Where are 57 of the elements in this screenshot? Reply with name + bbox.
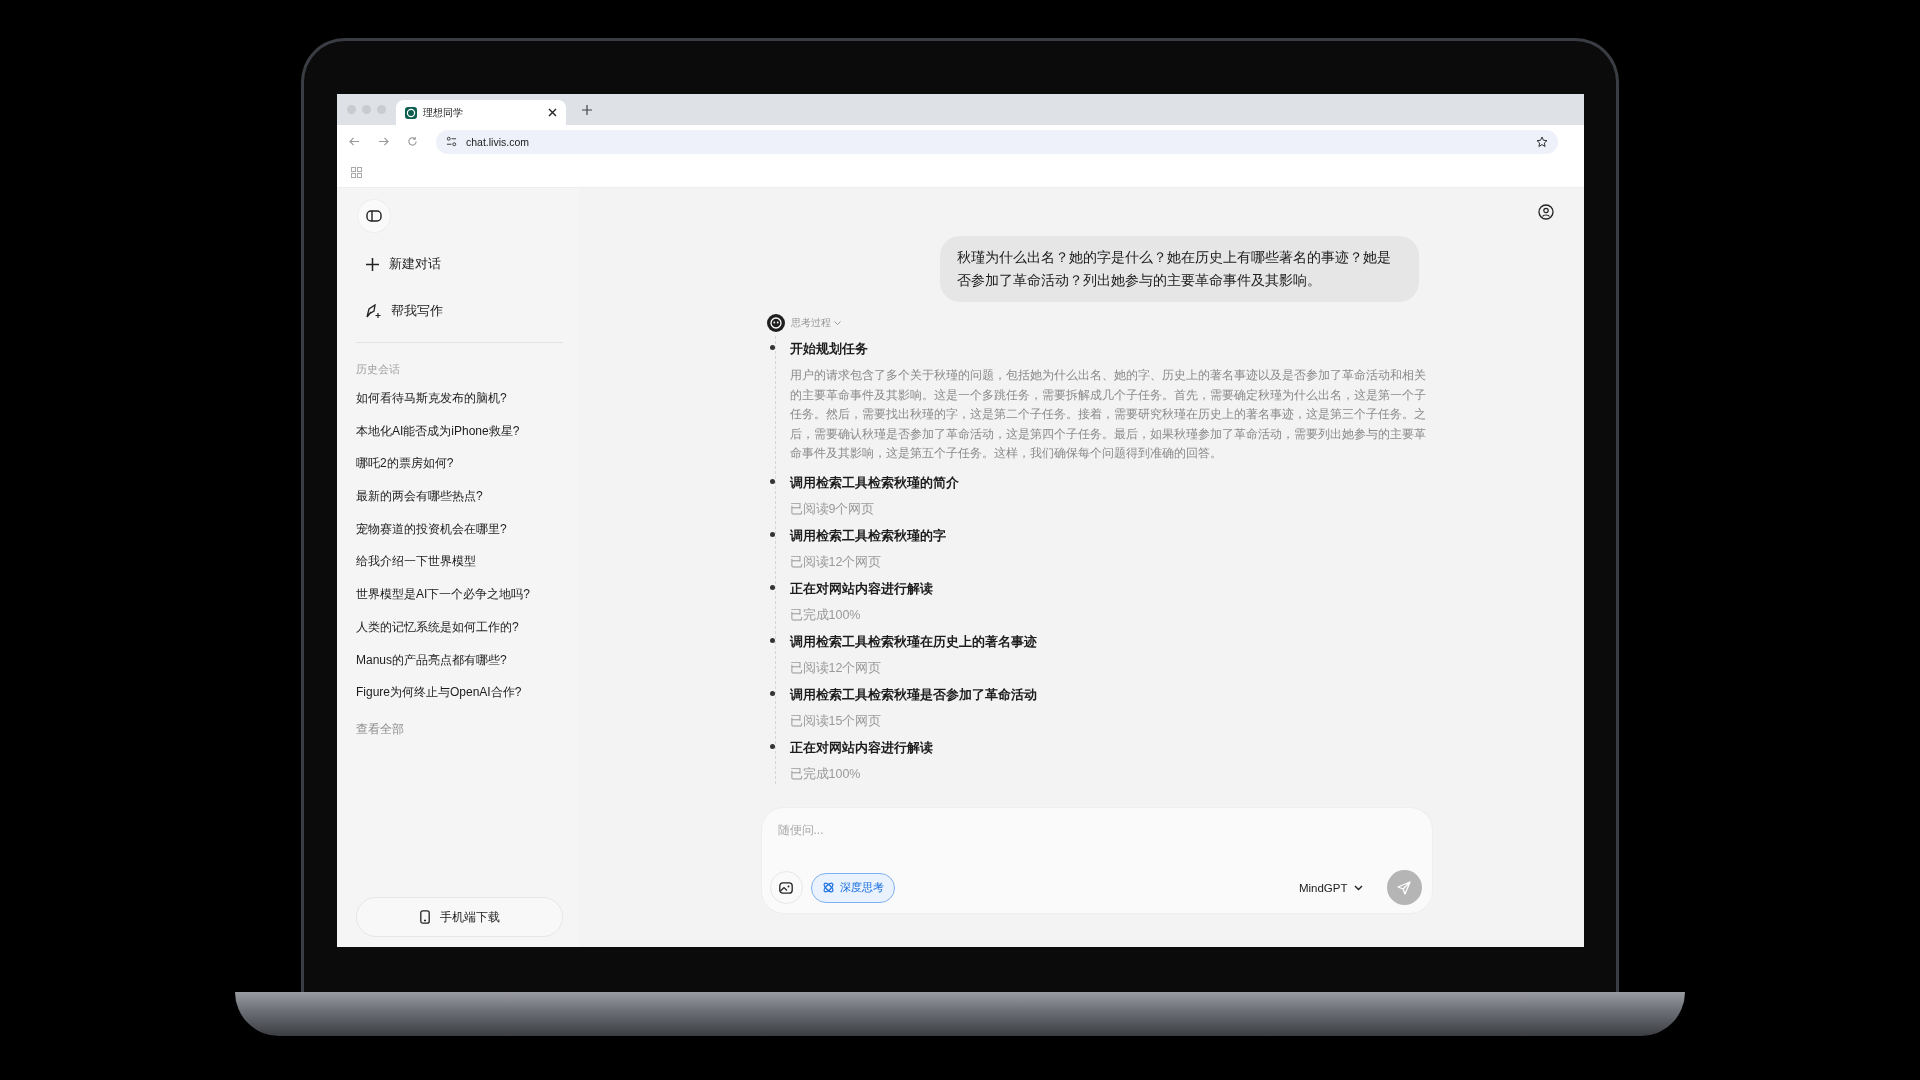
address-bar[interactable]: chat.livis.com bbox=[436, 129, 1558, 154]
atom-icon bbox=[821, 881, 835, 894]
step-title: 正在对网站内容进行解读 bbox=[789, 580, 934, 598]
history-item[interactable]: 哪吒2的票房如何? bbox=[356, 453, 563, 487]
back-icon[interactable] bbox=[349, 136, 360, 147]
history-item[interactable]: Figure为何终止与OpenAI合作? bbox=[356, 682, 563, 715]
plus-icon[interactable] bbox=[582, 104, 592, 115]
step-title: 调用检索工具检索秋瑾是否参加了革命活动 bbox=[789, 686, 1038, 704]
step-title: 调用检索工具检索秋瑾在历史上的著名事迹 bbox=[789, 633, 1038, 651]
step-title: 开始规划任务 bbox=[789, 341, 869, 358]
url-text: chat.livis.com bbox=[466, 135, 530, 148]
deep-think-toggle[interactable]: 深度思考 bbox=[810, 872, 895, 903]
history-item[interactable]: 如何看待马斯克发布的脑机? bbox=[356, 388, 563, 421]
history-item[interactable]: 宠物赛道的投资机会在哪里? bbox=[356, 518, 563, 552]
chat-input[interactable]: 随便问... bbox=[775, 818, 1422, 842]
step-status: 已阅读9个网页 bbox=[789, 500, 875, 518]
site-settings-icon[interactable] bbox=[446, 136, 457, 147]
user-message: 秋瑾为什么出名？她的字是什么？她在历史上有哪些著名的事迹？她是否参加了革命活动？列出她参与的主要革命事件及其影响。 bbox=[939, 236, 1419, 302]
step-status: 已完成100% bbox=[789, 765, 861, 783]
history-item[interactable]: 世界模型是AI下一个必争之地吗? bbox=[356, 584, 563, 617]
image-icon bbox=[779, 881, 793, 894]
step-title: 调用检索工具检索秋瑾的简介 bbox=[789, 474, 960, 492]
step-status: 已完成100% bbox=[789, 606, 861, 624]
close-icon[interactable] bbox=[548, 108, 557, 117]
step-title: 调用检索工具检索秋瑾的字 bbox=[789, 527, 947, 545]
star-icon[interactable] bbox=[1536, 135, 1548, 148]
write-help-item[interactable]: 帮我写作 bbox=[366, 301, 563, 321]
model-selector[interactable]: MindGPT bbox=[1292, 880, 1369, 895]
reload-icon[interactable] bbox=[407, 136, 418, 147]
assistant-avatar-icon bbox=[766, 314, 785, 332]
image-upload-button[interactable] bbox=[769, 871, 803, 904]
pen-icon bbox=[366, 304, 381, 318]
section-label: 历史会话 bbox=[356, 363, 401, 377]
chevron-down-icon bbox=[1353, 884, 1363, 891]
mobile-download-button[interactable]: 手机端下载 bbox=[356, 897, 563, 937]
step-status: 已阅读15个网页 bbox=[789, 712, 882, 730]
history-item[interactable]: Manus的产品亮点都有哪些? bbox=[356, 649, 563, 683]
chevron-down-icon bbox=[833, 320, 841, 326]
send-icon bbox=[1397, 880, 1411, 895]
plus-icon bbox=[366, 257, 379, 271]
history-item[interactable]: 最新的两会有哪些热点? bbox=[356, 486, 563, 519]
step-status: 已阅读12个网页 bbox=[789, 659, 882, 677]
step-status: 已阅读12个网页 bbox=[789, 553, 882, 571]
user-icon[interactable] bbox=[1538, 204, 1554, 220]
browser-tab[interactable]: 理想同学 bbox=[396, 100, 566, 125]
sidebar-toggle-icon bbox=[366, 210, 382, 222]
step-title: 正在对网站内容进行解读 bbox=[789, 739, 934, 757]
tab-title: 理想同学 bbox=[423, 105, 464, 120]
logo-icon bbox=[405, 106, 417, 119]
reasoning-text: 用户的请求包含了多个关于秋瑾的问题，包括她为什么出名、她的字、历史上的著名事迹以及是否参加了革命活动和相关的主要革命事件及其影响。这是一个多跳任务，需要拆解成几个子任务。首先，需要确定秋瑾为什么出名，这是第一个子任务。然后，需要找出秋瑾的字，这是第二个子任务。接着，需要研究秋瑾在历史上的著名事迹，这是第三个子任务。之后，需要确认秋瑾是否参加了革命活动，这是第四个子任务。最后，如果秋瑾参加了革命活动，需要列出她参与的主要革命事件及其影响，这是第五个子任务。这样，我们确保每个问题得到准确的回答。 bbox=[789, 367, 1427, 462]
history-item[interactable]: 给我介绍一下世界模型 bbox=[356, 551, 563, 585]
new-chat-item[interactable]: 新建对话 bbox=[366, 254, 563, 274]
forward-icon[interactable] bbox=[378, 136, 389, 147]
history-item[interactable]: 本地化AI能否成为iPhone救星? bbox=[356, 420, 563, 454]
sidebar-toggle-button[interactable] bbox=[358, 200, 390, 232]
phone-icon bbox=[419, 910, 430, 924]
history-item[interactable]: 人类的记忆系统是如何工作的? bbox=[356, 616, 563, 650]
